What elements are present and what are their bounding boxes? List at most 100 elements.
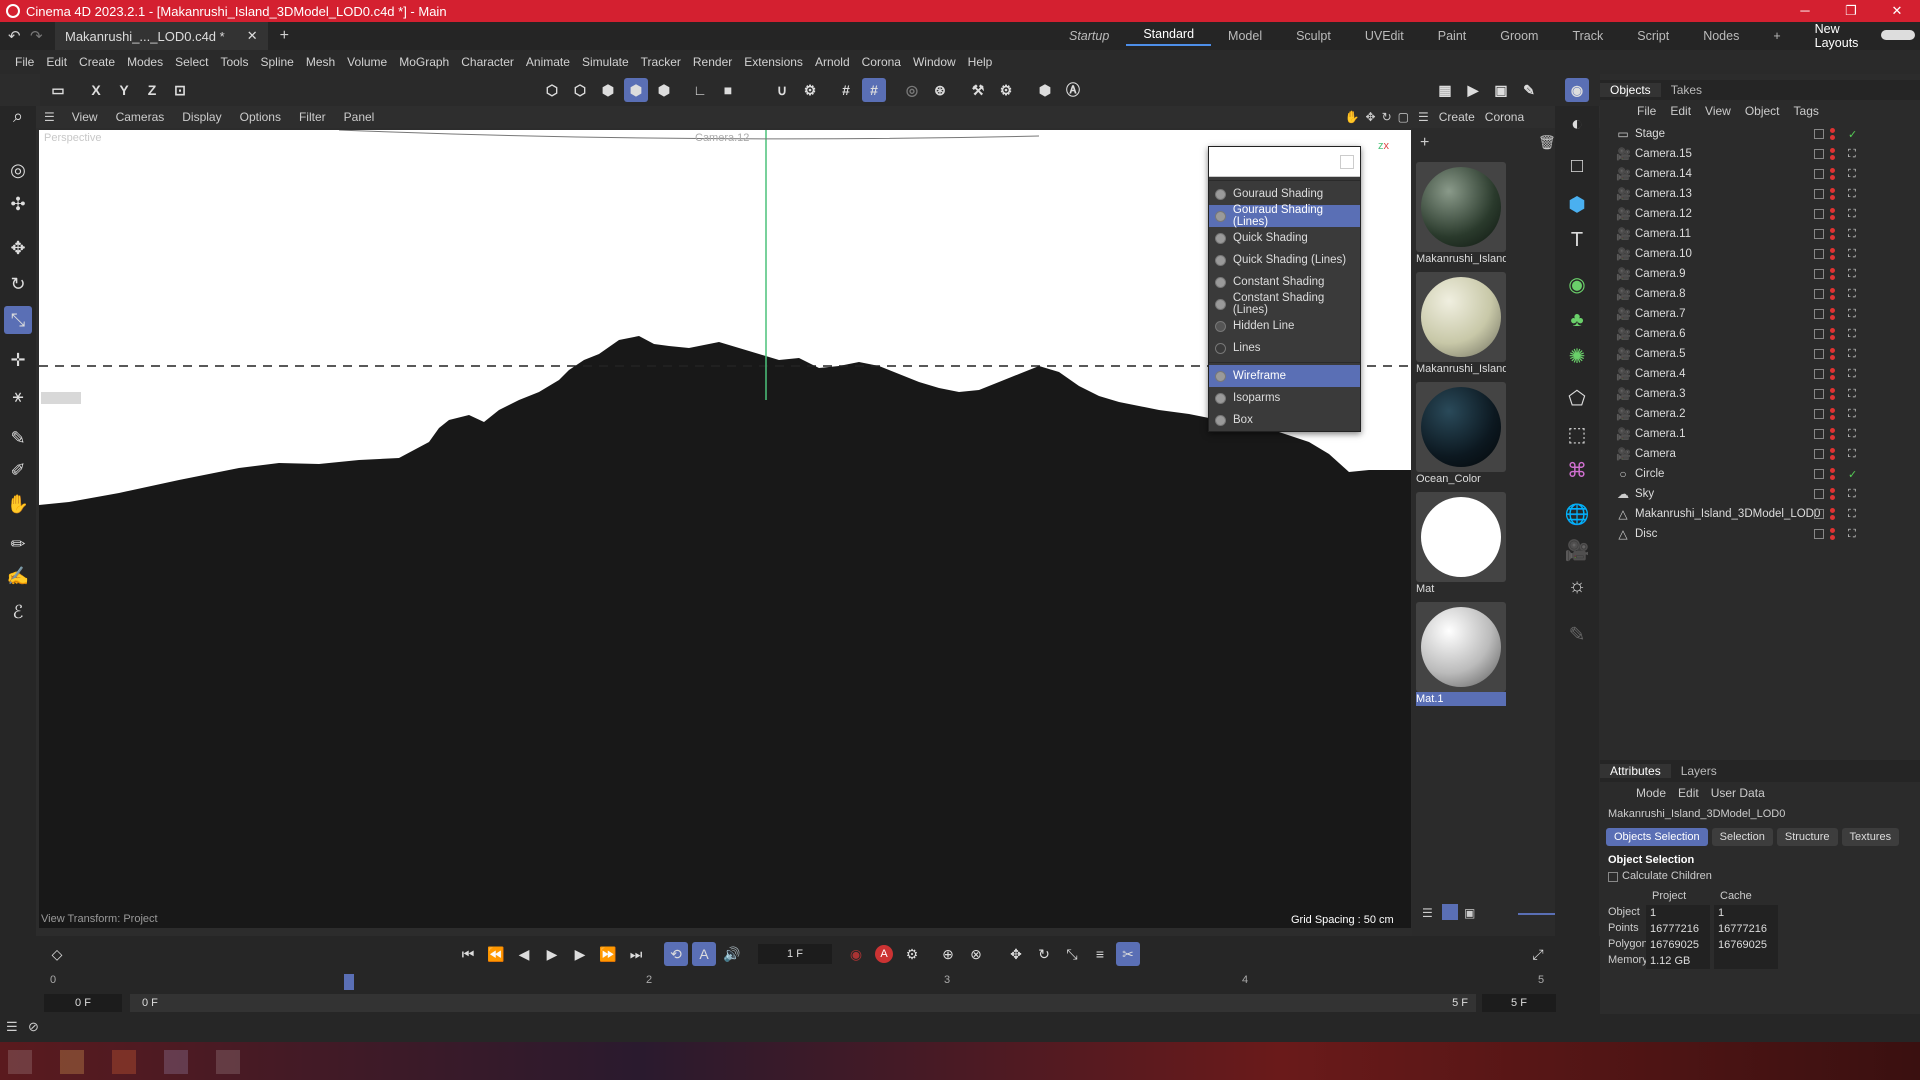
material-item[interactable]: Mat — [1416, 492, 1506, 600]
viewport-menu-icon[interactable]: ☰ — [36, 110, 63, 124]
checkmark-icon[interactable]: ✓ — [1848, 468, 1857, 481]
layout-startup[interactable]: Startup — [1052, 29, 1126, 43]
render-visibility-dot[interactable] — [1830, 375, 1835, 380]
rotate-tool-icon[interactable]: ↻ — [4, 270, 32, 298]
playback-rate-icon[interactable]: A — [692, 942, 716, 966]
frame-range-slider[interactable]: 0 F 5 F — [130, 994, 1476, 1012]
close-button[interactable]: ✕ — [1874, 3, 1920, 19]
go-to-start-icon[interactable]: ⏮ — [456, 942, 480, 966]
new-layouts-label[interactable]: New Layouts — [1798, 22, 1876, 50]
layer-checkbox[interactable] — [1814, 529, 1824, 539]
edit-icon[interactable]: ✎ — [1561, 618, 1593, 650]
render-visibility-dot[interactable] — [1830, 195, 1835, 200]
pos-key-icon[interactable]: ⊕ — [936, 942, 960, 966]
render-view-icon[interactable]: ⬢ — [1033, 78, 1057, 102]
y-axis-lock[interactable]: Y — [112, 78, 136, 102]
shading-gouraud[interactable]: Gouraud Shading — [1209, 183, 1360, 205]
visibility-dot[interactable] — [1830, 288, 1835, 293]
frame-ruler[interactable]: 0 1 2 3 4 5 — [50, 974, 1544, 992]
maximize-button[interactable]: ❐ — [1828, 3, 1874, 19]
render-visibility-dot[interactable] — [1830, 515, 1835, 520]
menu-select[interactable]: Select — [169, 55, 214, 69]
menu-corona[interactable]: Corona — [856, 55, 907, 69]
ai-icon[interactable]: Ⓐ — [1061, 78, 1085, 102]
shading-hidden-line[interactable]: Hidden Line — [1209, 315, 1360, 337]
prev-frame-icon[interactable]: ◀ — [512, 942, 536, 966]
next-frame-icon[interactable]: ▶ — [568, 942, 592, 966]
render-visibility-dot[interactable] — [1830, 415, 1835, 420]
model-mode-icon[interactable]: ⬢ — [624, 78, 648, 102]
layer-checkbox[interactable] — [1814, 149, 1824, 159]
spline-sketch-icon[interactable]: ℰ — [4, 598, 32, 626]
object-row[interactable]: 🎥 Camera.7 ⛶ — [1616, 304, 1916, 324]
cloner-icon[interactable]: ♣ — [1561, 304, 1593, 336]
layout-uvedit[interactable]: UVEdit — [1348, 29, 1421, 43]
status-menu-icon[interactable]: ☰ — [6, 1019, 18, 1035]
object-row[interactable]: 🎥 Camera.1 ⛶ — [1616, 424, 1916, 444]
text-icon[interactable]: T — [1561, 224, 1593, 256]
visibility-dot[interactable] — [1830, 168, 1835, 173]
scale-tool-icon[interactable]: ⤡ — [4, 306, 32, 334]
object-row[interactable]: 🎥 Camera.13 ⛶ — [1616, 184, 1916, 204]
object-row[interactable]: 🎥 Camera.2 ⛶ — [1616, 404, 1916, 424]
object-row[interactable]: ○ Circle ✓ — [1616, 464, 1916, 484]
render-visibility-dot[interactable] — [1830, 255, 1835, 260]
menu-arnold[interactable]: Arnold — [809, 55, 856, 69]
object-row[interactable]: 🎥 Camera.5 ⛶ — [1616, 344, 1916, 364]
taskbar-app-icon[interactable] — [164, 1050, 188, 1074]
shading-wireframe[interactable]: Wireframe — [1209, 365, 1360, 387]
shading-constant-lines[interactable]: Constant Shading (Lines) — [1209, 292, 1360, 316]
render-visibility-dot[interactable] — [1830, 155, 1835, 160]
key-settings-icon[interactable]: ⚙ — [900, 942, 924, 966]
layer-checkbox[interactable] — [1814, 389, 1824, 399]
viewport-menu-cameras[interactable]: Cameras — [107, 110, 174, 124]
layout-groom[interactable]: Groom — [1483, 29, 1555, 43]
tag-icon[interactable]: ⛶ — [1848, 228, 1856, 241]
layer-checkbox[interactable] — [1814, 209, 1824, 219]
layer-checkbox[interactable] — [1814, 509, 1824, 519]
menu-modes[interactable]: Modes — [121, 55, 169, 69]
visibility-dot[interactable] — [1830, 228, 1835, 233]
attr-menu-mode[interactable]: Mode — [1630, 786, 1672, 800]
visibility-dot[interactable] — [1830, 508, 1835, 513]
rotate-view-icon[interactable]: ↻ — [1379, 110, 1395, 124]
camera-palette-icon[interactable]: 🎥 — [1561, 534, 1593, 566]
object-row[interactable]: 🎥 Camera.14 ⛶ — [1616, 164, 1916, 184]
checkmark-icon[interactable]: ✓ — [1848, 128, 1857, 141]
object-row[interactable]: 🎥 Camera.10 ⛶ — [1616, 244, 1916, 264]
tag-icon[interactable]: ⛶ — [1848, 288, 1856, 301]
add-tab-icon[interactable]: + — [280, 27, 289, 45]
pla-key-icon[interactable]: ✂ — [1116, 942, 1140, 966]
search-icon[interactable]: ⌕ — [4, 102, 32, 130]
corona-icon[interactable]: ◉ — [1565, 78, 1589, 102]
menu-edit[interactable]: Edit — [40, 55, 73, 69]
object-row[interactable]: △ Disc ⛶ — [1616, 524, 1916, 544]
cube-outline-icon[interactable]: □ — [1561, 150, 1593, 182]
menu-simulate[interactable]: Simulate — [576, 55, 635, 69]
taskbar-app-icon[interactable] — [8, 1050, 32, 1074]
menu-animate[interactable]: Animate — [520, 55, 576, 69]
menu-volume[interactable]: Volume — [341, 55, 393, 69]
visibility-dot[interactable] — [1830, 528, 1835, 533]
layer-checkbox[interactable] — [1814, 409, 1824, 419]
texture-mode-icon[interactable]: ⬢ — [652, 78, 676, 102]
sculpt-icon[interactable]: ✋ — [4, 490, 32, 518]
visibility-dot[interactable] — [1830, 468, 1835, 473]
layer-checkbox[interactable] — [1814, 449, 1824, 459]
taskbar-app-icon[interactable] — [216, 1050, 240, 1074]
solo-icon[interactable]: ■ — [716, 78, 740, 102]
visibility-dot[interactable] — [1830, 368, 1835, 373]
move-tool-icon[interactable]: ✥ — [4, 234, 32, 262]
edit-render-icon[interactable]: ✎ — [1517, 78, 1541, 102]
viewport-menu-filter[interactable]: Filter — [290, 110, 335, 124]
loop-icon[interactable]: ⟲ — [664, 942, 688, 966]
visibility-dot[interactable] — [1830, 348, 1835, 353]
snap-enable-icon[interactable]: # — [862, 78, 886, 102]
tag-icon[interactable]: ⛶ — [1848, 148, 1856, 161]
coordinate-system-icon[interactable]: ⊡ — [168, 78, 192, 102]
layer-checkbox[interactable] — [1814, 429, 1824, 439]
render-visibility-dot[interactable] — [1830, 215, 1835, 220]
layout-nodes[interactable]: Nodes — [1686, 29, 1756, 43]
object-row[interactable]: 🎥 Camera.15 ⛶ — [1616, 144, 1916, 164]
menu-create[interactable]: Create — [73, 55, 121, 69]
